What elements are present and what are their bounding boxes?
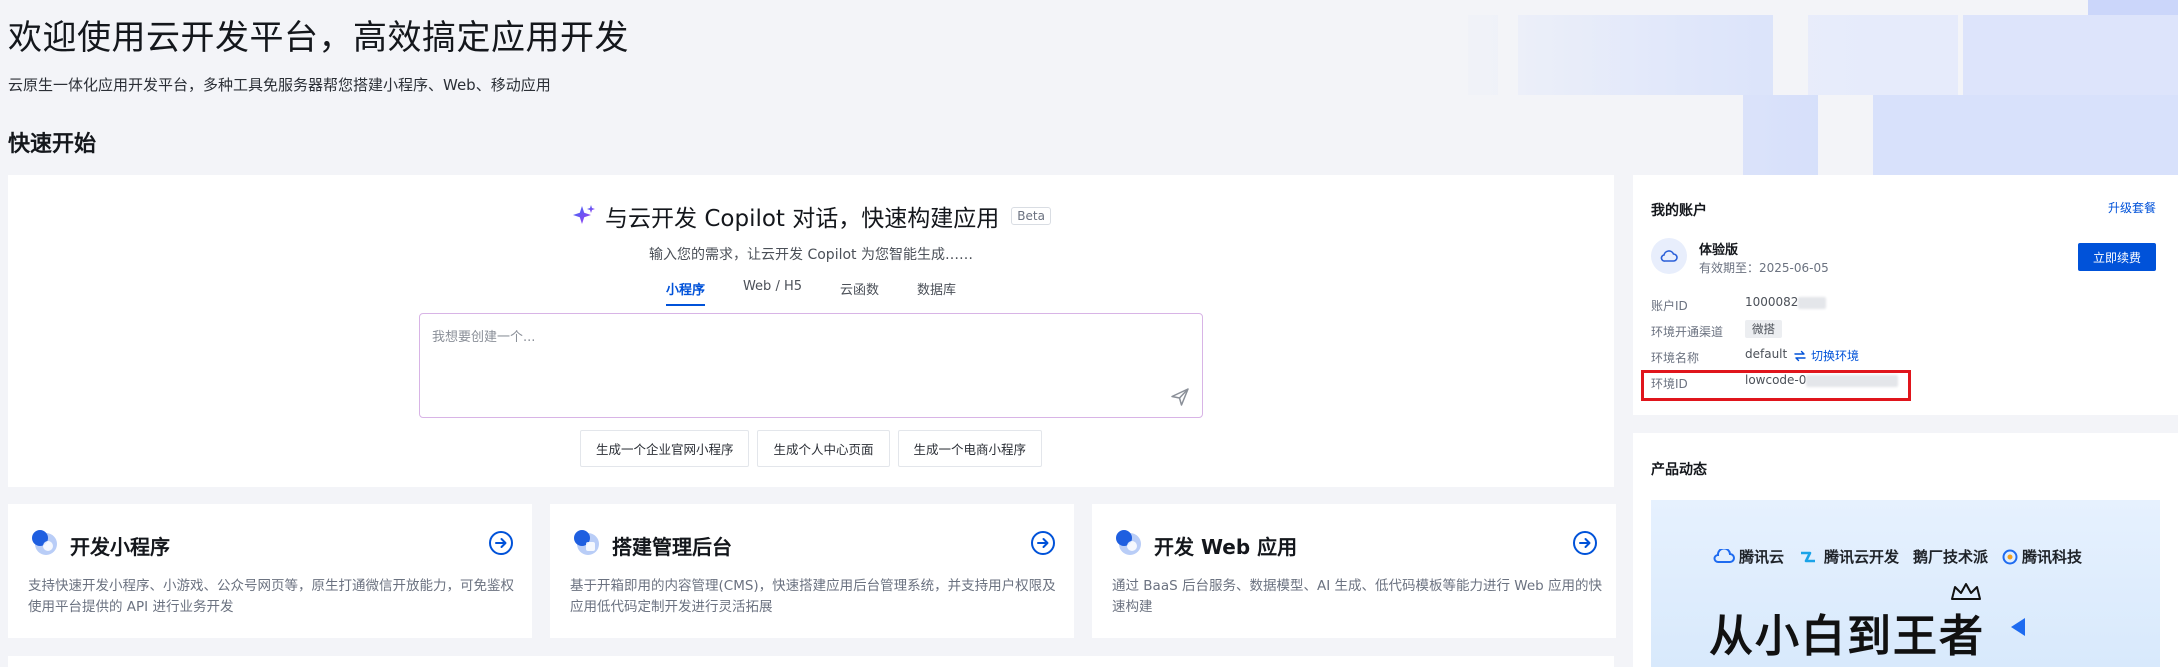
feature-description: 支持快速开发小程序、小游戏、公众号网页等，原生打通微信开放能力，可免鉴权使用平台…: [28, 578, 514, 615]
play-triangle-icon: [2011, 618, 2025, 636]
switch-env-link[interactable]: 切换环境: [1793, 347, 1859, 364]
prompt-input[interactable]: [420, 314, 1202, 417]
feature-card-admin[interactable]: 搭建管理后台 基于开箱即用的内容管理(CMS)，快速搭建应用后台管理系统，并支持…: [550, 504, 1074, 638]
cloud-icon: [1660, 250, 1678, 262]
news-banner[interactable]: 腾讯云 腾讯云开发 鹅厂技术派 腾讯科技 从小白到王者: [1651, 500, 2160, 667]
account-title: 我的账户: [1651, 203, 1707, 219]
feature-title: 开发 Web 应用: [1154, 535, 1298, 559]
send-icon[interactable]: [1170, 387, 1190, 407]
channel-value: 微搭: [1745, 320, 1782, 338]
upgrade-plan-link[interactable]: 升级套餐: [2108, 199, 2156, 216]
renew-button[interactable]: 立即续费: [2078, 243, 2156, 271]
suggestion-chips: 生成一个企业官网小程序 生成个人中心页面 生成一个电商小程序: [8, 430, 1614, 467]
brand-tcb: 腾讯云开发: [1798, 546, 1899, 567]
feature-card-web[interactable]: 开发 Web 应用 通过 BaaS 后台服务、数据模型、AI 生成、低代码模板等…: [1092, 504, 1616, 638]
miniprogram-icon: [32, 530, 57, 555]
plan-avatar: [1651, 238, 1687, 274]
account-id-text: 1000082: [1745, 295, 1799, 309]
plan-expiry: 有效期至：2025-06-05: [1699, 261, 1829, 275]
brand-logos: 腾讯云 腾讯云开发 鹅厂技术派 腾讯科技: [1713, 546, 2082, 567]
account-id-value: 1000082: [1745, 295, 1827, 309]
copilot-card: 与云开发 Copilot 对话，快速构建应用 Beta 输入您的需求，让云开发 …: [8, 175, 1614, 487]
arrow-right-circle-icon[interactable]: [1572, 530, 1598, 556]
env-name-value: default: [1745, 347, 1788, 361]
feature-description: 基于开箱即用的内容管理(CMS)，快速搭建应用后台管理系统，并支持用户权限及应用…: [570, 578, 1056, 615]
channel-label: 环境开通渠道: [1651, 325, 1724, 339]
arrow-right-circle-icon[interactable]: [488, 530, 514, 556]
suggestion-chip[interactable]: 生成一个电商小程序: [897, 430, 1043, 467]
account-id-label: 账户ID: [1651, 299, 1688, 313]
account-card: 我的账户 升级套餐 体验版 有效期至：2025-06-05 立即续费 账户ID …: [1633, 175, 2178, 415]
page-title: 欢迎使用云开发平台，高效搞定应用开发: [8, 18, 629, 58]
copilot-tabs: 小程序 Web / H5 云函数 数据库: [8, 279, 1614, 306]
brand-tencent-tech: 腾讯科技: [2002, 546, 2082, 567]
tencent-cloud-logo-icon: [1713, 548, 1735, 563]
crown-icon: [1951, 583, 1981, 600]
tab-miniprogram[interactable]: 小程序: [665, 279, 705, 306]
env-id-highlight: [1641, 370, 1911, 401]
env-name-label: 环境名称: [1651, 351, 1700, 365]
feature-description: 通过 BaaS 后台服务、数据模型、AI 生成、低代码模板等能力进行 Web 应…: [1112, 578, 1602, 615]
feature-title: 开发小程序: [70, 535, 170, 559]
news-title: 产品动态: [1651, 462, 1707, 478]
tab-database[interactable]: 数据库: [917, 279, 956, 306]
brand-tencent-cloud: 腾讯云: [1713, 546, 1784, 567]
prompt-box: [419, 313, 1203, 418]
copilot-title: 与云开发 Copilot 对话，快速构建应用: [605, 206, 1000, 232]
next-section-card: [8, 656, 1614, 667]
plan-name: 体验版: [1699, 243, 1739, 258]
feature-card-miniprogram[interactable]: 开发小程序 支持快速开发小程序、小游戏、公众号网页等，原生打通微信开放能力，可免…: [8, 504, 532, 638]
page-subtitle: 云原生一体化应用开发平台，多种工具免服务器帮您搭建小程序、Web、移动应用: [8, 76, 551, 94]
copilot-header: 与云开发 Copilot 对话，快速构建应用 Beta: [8, 199, 1614, 233]
copilot-description: 输入您的需求，让云开发 Copilot 为您智能生成……: [649, 247, 973, 263]
tencent-tech-logo-icon: [2002, 549, 2018, 564]
switch-icon: [1794, 350, 1806, 361]
suggestion-chip[interactable]: 生成一个企业官网小程序: [579, 430, 750, 467]
quick-start-title: 快速开始: [8, 132, 97, 157]
redacted-mask: [1798, 296, 1827, 309]
web-app-icon: [1116, 530, 1141, 555]
suggestion-chip[interactable]: 生成个人中心页面: [757, 430, 890, 467]
banner-slogan: 从小白到王者: [1709, 611, 1985, 662]
beta-badge: Beta: [1011, 207, 1051, 225]
tcb-logo-icon: [1801, 551, 1816, 562]
sparkle-icon: [573, 205, 596, 224]
feature-title: 搭建管理后台: [612, 535, 732, 559]
brand-tech-pai: 鹅厂技术派: [1913, 548, 1989, 566]
switch-env-label: 切换环境: [1811, 349, 1860, 363]
tab-cloud-function[interactable]: 云函数: [840, 279, 879, 306]
tab-web-h5[interactable]: Web / H5: [743, 279, 802, 306]
arrow-right-circle-icon[interactable]: [1030, 530, 1056, 556]
product-news-card: 产品动态 腾讯云 腾讯云开发 鹅厂技术派 腾讯科技 从小白到王者: [1633, 433, 2178, 667]
header-decoration: [1418, 0, 2178, 175]
channel-tag: 微搭: [1745, 320, 1782, 338]
admin-panel-icon: [574, 530, 599, 555]
